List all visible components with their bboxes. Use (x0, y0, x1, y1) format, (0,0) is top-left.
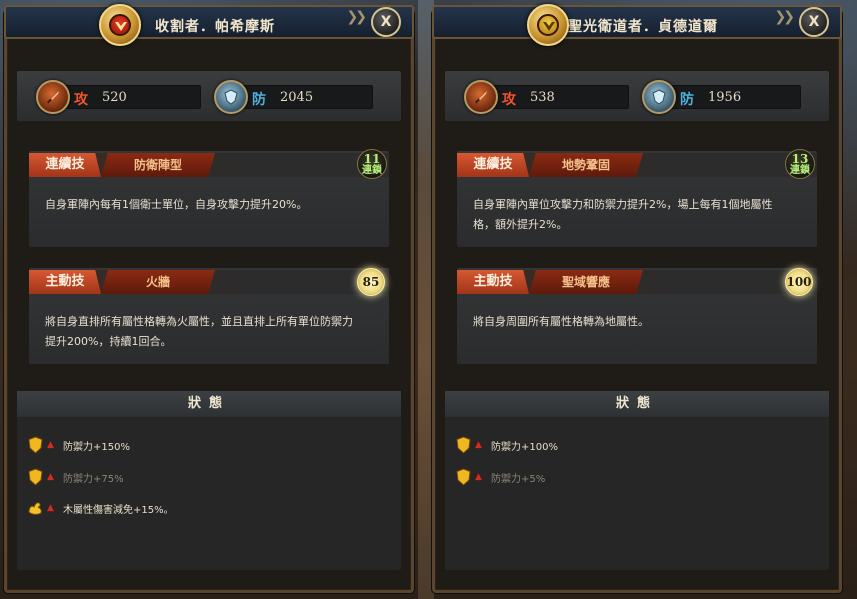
defense-stat: 防 2045 (214, 80, 373, 114)
defense-value: 1956 (708, 90, 742, 105)
energy-cost-badge: 85 (357, 268, 385, 296)
attack-stat: 攻 538 (464, 80, 629, 114)
skill-type-tag: 主動技 (457, 270, 529, 294)
status-title: 狀態 (445, 391, 829, 417)
sword-icon (36, 80, 70, 114)
defense-label: 防 (680, 92, 694, 108)
skill-name: 防衛陣型 (101, 153, 215, 177)
status-section: 狀態 ▲ 防禦力+150% ▲ 防禦力+75% ▲ 木屬性傷害減免+15%。 (17, 391, 401, 570)
combo-skill-card: 連續技 地勢鞏固 13 連鎖 自身軍陣內單位攻擊力和防禦力提升2%，場上每有1個… (457, 149, 817, 247)
status-text: 防禦力+150% (63, 442, 130, 453)
combo-label: 連鎖 (790, 165, 810, 176)
active-skill-card: 主動技 火牆 85 將自身直排所有屬性格轉為火屬性，並且直排上所有單位防禦力提升… (29, 268, 389, 364)
up-arrow-icon: ▲ (47, 440, 54, 450)
character-panel-right: 聖光衛道者．貞德道爾 ❯❯ X 攻 538 防 1956 連續技 地勢鞏固 13 (432, 4, 842, 593)
skill-type-tag: 連續技 (29, 153, 101, 177)
skill-type-tag: 連續技 (457, 153, 529, 177)
energy-cost: 85 (362, 275, 380, 289)
defense-value: 2045 (280, 90, 314, 105)
energy-cost-badge: 100 (785, 268, 813, 296)
status-text: 防禦力+100% (491, 442, 558, 453)
defense-label: 防 (252, 92, 266, 108)
skill-description: 將自身直排所有屬性格轉為火屬性，並且直排上所有單位防禦力提升200%，持續1回合… (45, 315, 353, 348)
skill-description: 自身軍陣內每有1個衛士單位，自身攻擊力提升20%。 (45, 198, 308, 211)
up-arrow-icon: ▲ (47, 503, 54, 513)
shield-icon (214, 80, 248, 114)
shield-icon (642, 80, 676, 114)
muscle-icon (28, 502, 42, 515)
attack-stat: 攻 520 (36, 80, 201, 114)
combo-count: 11 (363, 152, 381, 166)
attribute-emblem-icon (527, 4, 569, 46)
active-skill-card: 主動技 聖域響應 100 將自身周圍所有屬性格轉為地屬性。 (457, 268, 817, 364)
skill-description: 將自身周圍所有屬性格轉為地屬性。 (473, 315, 649, 328)
up-arrow-icon: ▲ (475, 472, 482, 482)
shield-icon (456, 436, 471, 454)
status-section: 狀態 ▲ 防禦力+100% ▲ 防禦力+5% (445, 391, 829, 570)
attribute-emblem-icon (99, 4, 141, 46)
ornament-icon: ❯❯ (774, 9, 796, 25)
skill-type-tag: 主動技 (29, 270, 101, 294)
combo-skill-card: 連續技 防衛陣型 11 連鎖 自身軍陣內每有1個衛士單位，自身攻擊力提升20%。 (29, 149, 389, 247)
skill-name: 聖域響應 (529, 270, 643, 294)
status-text: 防禦力+5% (491, 474, 546, 485)
attack-label: 攻 (74, 92, 88, 108)
attack-value: 538 (530, 90, 555, 105)
up-arrow-icon: ▲ (47, 472, 54, 482)
skill-name: 火牆 (101, 270, 215, 294)
close-button[interactable]: X (371, 7, 401, 37)
combo-count-badge: 11 連鎖 (357, 149, 387, 179)
title-bar: 聖光衛道者．貞德道爾 ❯❯ (432, 5, 842, 39)
energy-cost: 100 (786, 275, 812, 289)
combo-count-badge: 13 連鎖 (785, 149, 815, 179)
combo-label: 連鎖 (362, 165, 382, 176)
attack-value: 520 (102, 90, 127, 105)
shield-icon (456, 468, 471, 486)
attack-label: 攻 (502, 92, 516, 108)
title-bar: 收割者．帕希摩斯 ❯❯ (4, 5, 414, 39)
defense-stat: 防 1956 (642, 80, 801, 114)
character-panel-left: 收割者．帕希摩斯 ❯❯ X 攻 520 防 2045 連續技 防衛陣型 11 連… (4, 4, 414, 593)
shield-icon (28, 468, 43, 486)
skill-description: 自身軍陣內單位攻擊力和防禦力提升2%，場上每有1個地屬性格，額外提升2%。 (473, 198, 773, 231)
close-button[interactable]: X (799, 7, 829, 37)
status-text: 木屬性傷害減免+15%。 (63, 505, 174, 516)
combo-count: 13 (791, 152, 809, 166)
sword-icon (464, 80, 498, 114)
stats-bar: 攻 538 防 1956 (445, 71, 829, 121)
status-title: 狀態 (17, 391, 401, 417)
skill-name: 地勢鞏固 (529, 153, 643, 177)
up-arrow-icon: ▲ (475, 440, 482, 450)
status-text: 防禦力+75% (63, 474, 124, 485)
stats-bar: 攻 520 防 2045 (17, 71, 401, 121)
shield-icon (28, 436, 43, 454)
ornament-icon: ❯❯ (346, 9, 368, 25)
